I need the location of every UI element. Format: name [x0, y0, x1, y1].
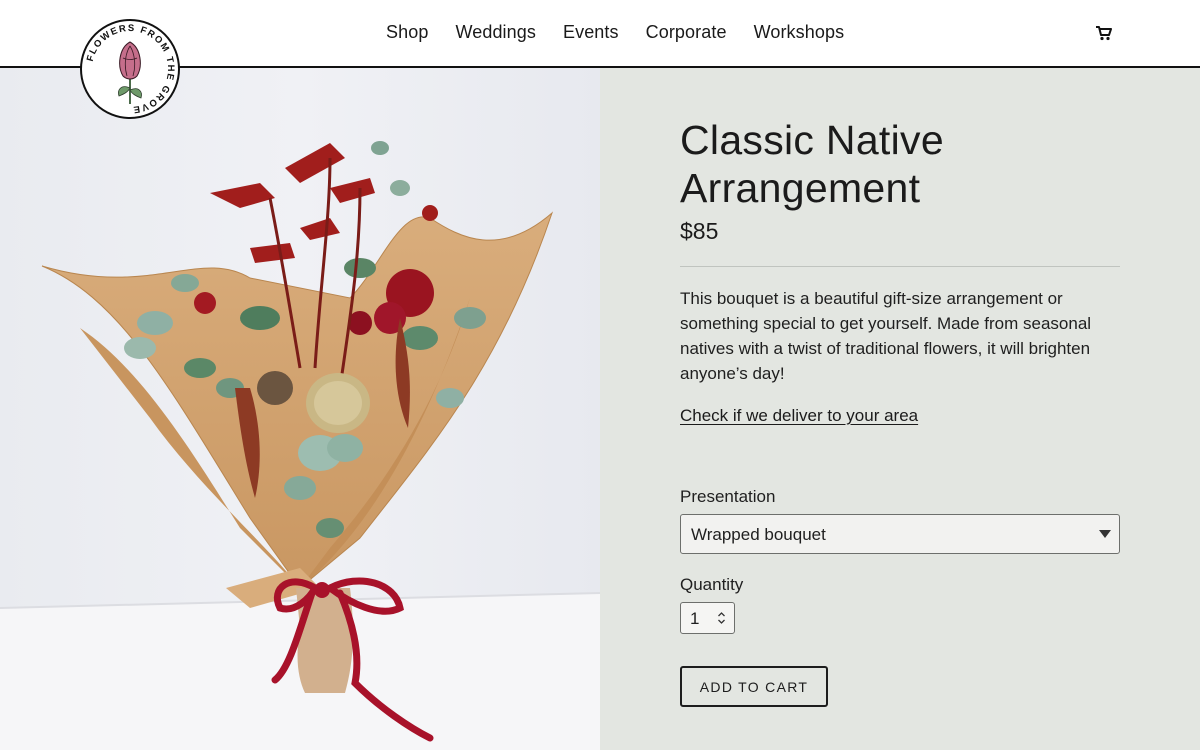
quantity-input[interactable]: 1	[680, 602, 735, 634]
nav-item-weddings[interactable]: Weddings	[455, 22, 536, 43]
quantity-stepper[interactable]	[717, 610, 726, 626]
cart-icon[interactable]	[1095, 24, 1113, 42]
presentation-value: Wrapped bouquet	[691, 525, 826, 544]
delivery-check-link[interactable]: Check if we deliver to your area	[680, 406, 918, 426]
protea-flower-icon	[118, 41, 142, 104]
main-nav: Shop Weddings Events Corporate Workshops	[386, 22, 871, 43]
product-title: Classic Native Arrangement	[680, 117, 944, 211]
nav-item-events[interactable]: Events	[563, 22, 619, 43]
product-image	[0, 68, 600, 750]
caret-down-icon	[1099, 530, 1111, 538]
nav-item-shop[interactable]: Shop	[386, 22, 428, 43]
product-description: This bouquet is a beautiful gift-size ar…	[680, 289, 1092, 383]
product-price: $85	[680, 218, 719, 244]
brand-logo[interactable]: FLOWERS FROM THE GROVE	[79, 18, 181, 120]
quantity-value: 1	[690, 609, 700, 628]
nav-item-corporate[interactable]: Corporate	[646, 22, 727, 43]
divider	[680, 266, 1120, 267]
product-details: Classic Native Arrangement $85 This bouq…	[600, 68, 1200, 750]
presentation-label: Presentation	[680, 487, 776, 506]
add-to-cart-button[interactable]: ADD TO CART	[680, 666, 828, 707]
nav-item-workshops[interactable]: Workshops	[754, 22, 845, 43]
presentation-select[interactable]: Wrapped bouquet	[680, 514, 1120, 554]
quantity-label: Quantity	[680, 575, 744, 594]
